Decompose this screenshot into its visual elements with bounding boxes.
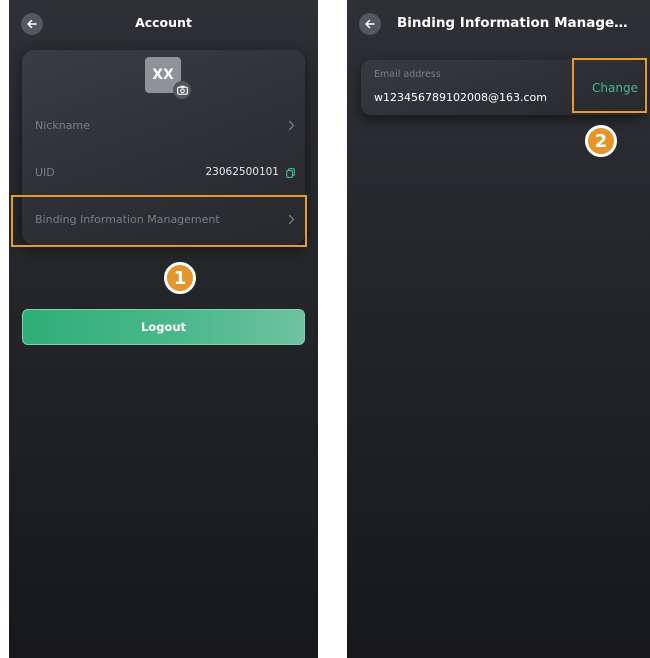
email-value: w123456789102008@163.com [374, 91, 547, 104]
copy-icon[interactable] [286, 168, 295, 178]
binding-info-screen: Binding Information Manageme... Email ad… [347, 0, 650, 658]
logout-button[interactable]: Logout [22, 309, 305, 345]
highlight-change-button [572, 58, 647, 113]
highlight-binding-row [11, 195, 307, 247]
uid-value: 23062500101 [205, 166, 280, 178]
chevron-right-icon [288, 120, 295, 131]
back-arrow-icon [365, 19, 375, 29]
header: Binding Information Manageme... [347, 8, 650, 40]
uid-label: UID [35, 166, 55, 179]
email-label: Email address [374, 69, 441, 80]
back-button[interactable] [359, 13, 381, 35]
uid-row: UID 23062500101 [22, 159, 305, 187]
step-marker-2: 2 [585, 125, 617, 157]
page-title: Account [135, 15, 192, 30]
nickname-row[interactable]: Nickname [22, 112, 305, 140]
step-marker-1: 1 [164, 262, 196, 294]
account-screen: Account XX Nickname UID 23062500101 Bind… [9, 0, 318, 658]
camera-icon [176, 85, 188, 95]
nickname-label: Nickname [35, 119, 90, 132]
camera-button[interactable] [173, 81, 191, 99]
header: Account [9, 8, 318, 40]
page-title: Binding Information Manageme... [397, 15, 638, 31]
